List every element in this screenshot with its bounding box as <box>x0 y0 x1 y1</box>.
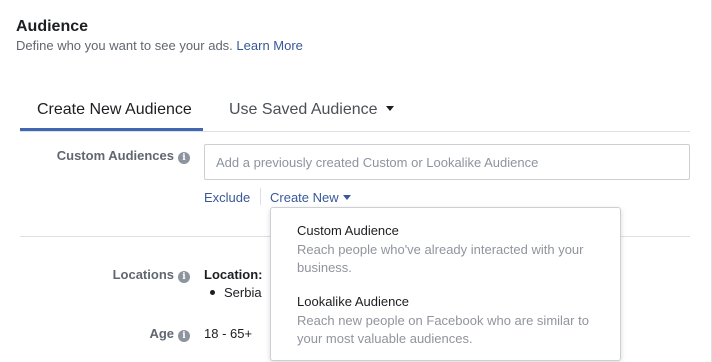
custom-audiences-label: Custom Audiences i <box>20 148 190 164</box>
tab-label: Use Saved Audience <box>229 101 378 118</box>
tab-use-saved-audience[interactable]: Use Saved Audience <box>229 101 394 119</box>
age-range-value[interactable]: 18 - 65+ <box>204 326 252 341</box>
custom-audience-search-input[interactable] <box>204 144 690 180</box>
create-new-label: Create New <box>270 190 339 205</box>
menu-item-description: Reach people who've already interacted w… <box>297 242 584 275</box>
location-name: Serbia <box>224 285 262 300</box>
create-new-dropdown-menu: Custom Audience Reach people who've alre… <box>270 207 621 361</box>
bullet-icon <box>210 290 215 296</box>
label-text: Custom Audiences <box>56 148 174 163</box>
tab-label: Create New Audience <box>37 101 192 118</box>
info-icon[interactable]: i <box>178 330 190 342</box>
locations-label: Locations i <box>20 267 190 283</box>
info-icon[interactable]: i <box>178 271 190 283</box>
subtitle-text: Define who you want to see your ads. <box>16 38 233 53</box>
label-text: Age <box>149 326 174 341</box>
tabs-divider <box>20 131 690 132</box>
age-label: Age i <box>20 326 190 342</box>
label-text: Locations <box>112 267 174 282</box>
tab-create-new-audience[interactable]: Create New Audience <box>37 101 192 119</box>
menu-item-title: Custom Audience <box>297 223 399 238</box>
exclude-link[interactable]: Exclude <box>204 190 250 205</box>
location-heading: Location: <box>204 267 263 282</box>
chevron-down-icon <box>385 106 394 112</box>
menu-item-lookalike-audience[interactable]: Lookalike Audience Reach new people on F… <box>297 294 607 348</box>
section-subtitle: Define who you want to see your ads. Lea… <box>16 38 303 53</box>
section-title: Audience <box>16 18 89 35</box>
link-separator <box>260 188 261 205</box>
menu-item-title: Lookalike Audience <box>297 294 410 309</box>
learn-more-link[interactable]: Learn More <box>236 38 302 53</box>
menu-item-custom-audience[interactable]: Custom Audience Reach people who've alre… <box>297 223 607 277</box>
create-new-dropdown-button[interactable]: Create New <box>270 190 351 205</box>
location-item: Serbia <box>210 285 262 300</box>
menu-item-description: Reach new people on Facebook who are sim… <box>297 313 589 346</box>
chevron-down-icon <box>342 195 351 201</box>
info-icon[interactable]: i <box>178 152 190 164</box>
